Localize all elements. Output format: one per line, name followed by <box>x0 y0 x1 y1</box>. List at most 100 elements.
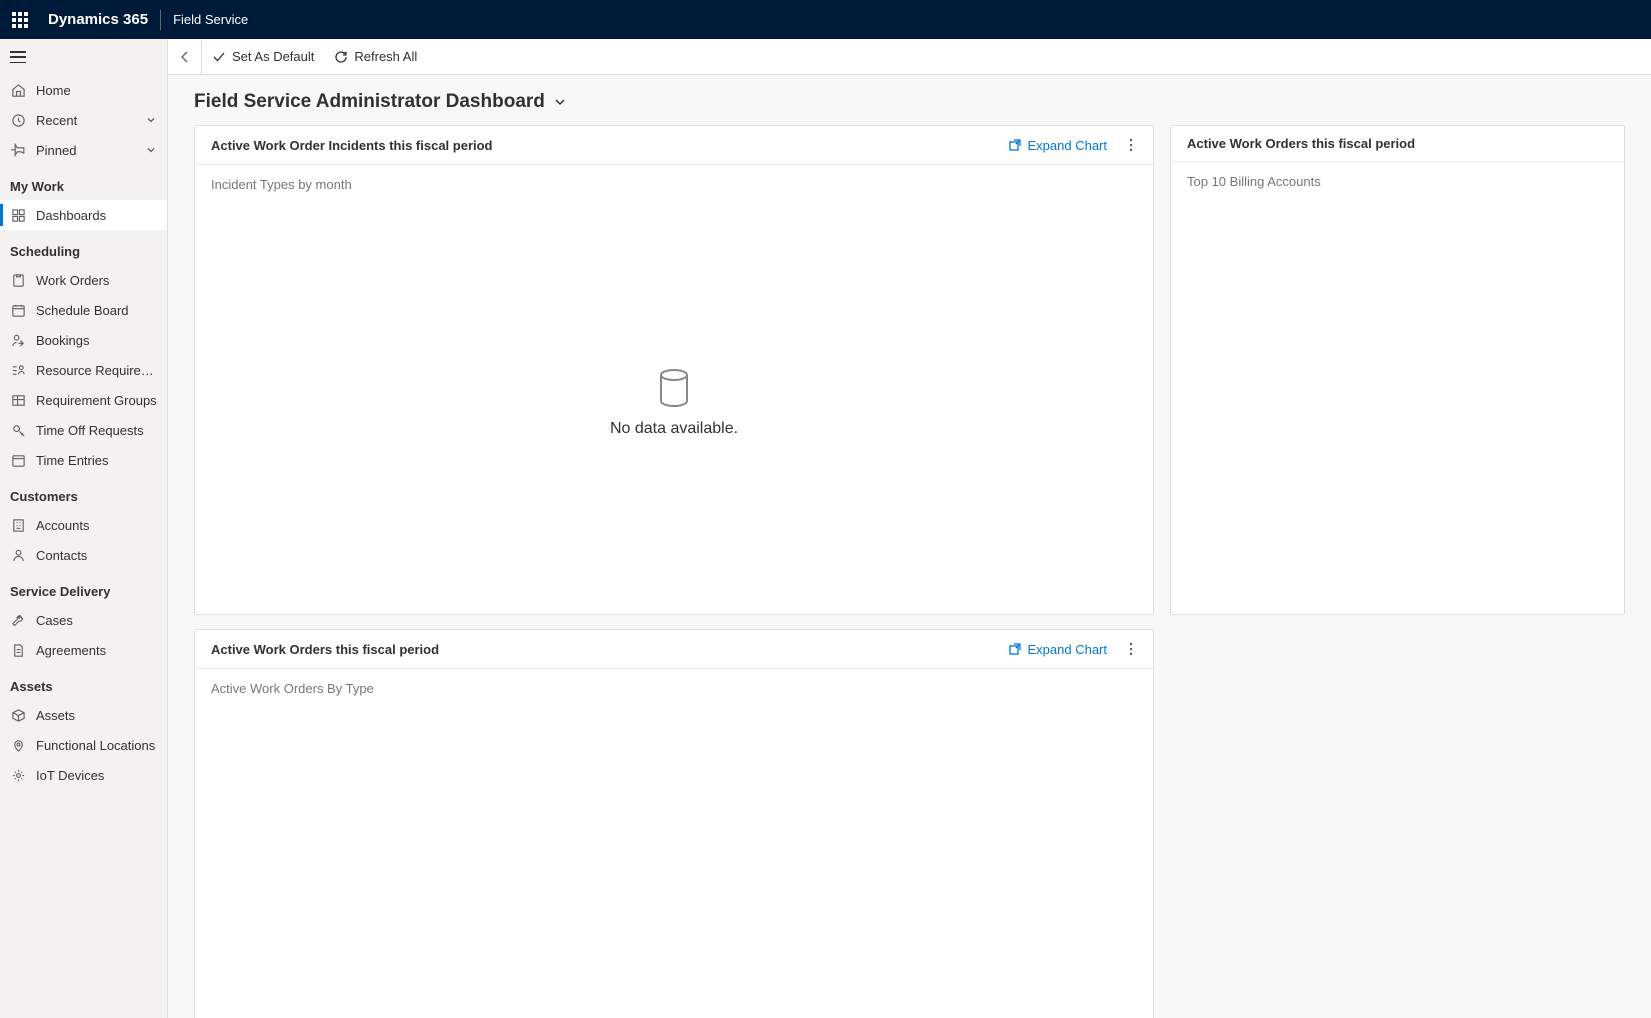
sidebar-section-assets: Assets <box>0 665 167 700</box>
database-icon <box>657 368 691 408</box>
timeoff-icon <box>10 422 26 438</box>
wrench-icon <box>10 612 26 628</box>
card-title: Active Work Orders this fiscal period <box>211 642 1008 657</box>
list-people-icon <box>10 362 26 378</box>
expand-chart-button[interactable]: Expand Chart <box>1008 642 1108 657</box>
card-menu-button[interactable] <box>1125 136 1137 154</box>
sidebar-item-timeoff[interactable]: Time Off Requests <box>0 415 167 445</box>
sidebar-item-label: Schedule Board <box>36 303 157 318</box>
global-header: Dynamics 365 Field Service <box>0 0 1651 39</box>
sidebar-item-label: Time Entries <box>36 453 157 468</box>
calendar-icon <box>10 452 26 468</box>
card-subtitle: Active Work Orders By Type <box>195 669 1153 696</box>
refresh-all-button[interactable]: Refresh All <box>324 39 427 75</box>
sidebar-item-label: Contacts <box>36 548 157 563</box>
card-workorders-side: Active Work Orders this fiscal period To… <box>1170 125 1625 615</box>
sidebar-section-customers: Customers <box>0 475 167 510</box>
expand-chart-label: Expand Chart <box>1028 138 1108 153</box>
refresh-all-label: Refresh All <box>354 49 417 64</box>
expand-chart-button[interactable]: Expand Chart <box>1008 138 1108 153</box>
sidebar-item-label: Work Orders <box>36 273 157 288</box>
sidebar-item-home[interactable]: Home <box>0 75 167 105</box>
sidebar-item-label: Resource Requireme... <box>36 363 157 378</box>
person-icon <box>10 547 26 563</box>
sidebar-top <box>0 39 167 75</box>
card-title: Active Work Order Incidents this fiscal … <box>211 138 1008 153</box>
sidebar-section-scheduling: Scheduling <box>0 230 167 265</box>
set-default-label: Set As Default <box>232 49 314 64</box>
sidebar-item-assets[interactable]: Assets <box>0 700 167 730</box>
sidebar-item-label: Bookings <box>36 333 157 348</box>
sidebar-item-label: Dashboards <box>36 208 157 223</box>
product-name: Dynamics 365 <box>48 11 148 28</box>
card-incidents: Active Work Order Incidents this fiscal … <box>194 125 1154 615</box>
sidebar-item-reqgroups[interactable]: Requirement Groups <box>0 385 167 415</box>
card-header: Active Work Orders this fiscal period Ex… <box>195 630 1153 669</box>
sidebar-item-locations[interactable]: Functional Locations <box>0 730 167 760</box>
home-icon <box>10 82 26 98</box>
main-area: Set As Default Refresh All Field Service… <box>168 39 1651 1018</box>
sidebar-item-recent[interactable]: Recent <box>0 105 167 135</box>
document-icon <box>10 642 26 658</box>
checkmark-icon <box>212 50 226 64</box>
card-header: Active Work Order Incidents this fiscal … <box>195 126 1153 165</box>
grid-icon <box>10 392 26 408</box>
card-body-empty: No data available. <box>195 192 1153 614</box>
dashboard-icon <box>10 207 26 223</box>
card-header: Active Work Orders this fiscal period <box>1171 126 1624 162</box>
chevron-down-icon <box>145 144 157 156</box>
sidebar-item-label: Recent <box>36 113 145 128</box>
sidebar-item-cases[interactable]: Cases <box>0 605 167 635</box>
command-bar: Set As Default Refresh All <box>168 39 1651 75</box>
card-subtitle: Incident Types by month <box>195 165 1153 192</box>
card-title: Active Work Orders this fiscal period <box>1187 136 1608 151</box>
app-name[interactable]: Field Service <box>173 12 248 27</box>
sidebar-item-contacts[interactable]: Contacts <box>0 540 167 570</box>
set-default-button[interactable]: Set As Default <box>202 39 324 75</box>
sidebar-item-label: Accounts <box>36 518 157 533</box>
empty-state-text: No data available. <box>610 420 738 438</box>
sidebar-section-mywork: My Work <box>0 165 167 200</box>
sidebar-item-label: Pinned <box>36 143 145 158</box>
sidebar-item-pinned[interactable]: Pinned <box>0 135 167 165</box>
chevron-down-icon <box>145 114 157 126</box>
person-arrow-icon <box>10 332 26 348</box>
expand-chart-label: Expand Chart <box>1028 642 1108 657</box>
sidebar-item-scheduleboard[interactable]: Schedule Board <box>0 295 167 325</box>
sidebar-item-label: Requirement Groups <box>36 393 157 408</box>
sidebar-item-label: IoT Devices <box>36 768 157 783</box>
expand-icon <box>1008 642 1022 656</box>
sidebar-item-agreements[interactable]: Agreements <box>0 635 167 665</box>
hamburger-icon[interactable] <box>10 51 26 63</box>
sidebar-item-bookings[interactable]: Bookings <box>0 325 167 355</box>
sidebar-item-workorders[interactable]: Work Orders <box>0 265 167 295</box>
sidebar-section-service: Service Delivery <box>0 570 167 605</box>
sidebar-item-timeentries[interactable]: Time Entries <box>0 445 167 475</box>
sidebar-item-iot[interactable]: IoT Devices <box>0 760 167 790</box>
calendar-icon <box>10 302 26 318</box>
sidebar-item-label: Agreements <box>36 643 157 658</box>
sidebar-item-accounts[interactable]: Accounts <box>0 510 167 540</box>
sidebar-item-dashboards[interactable]: Dashboards <box>0 200 167 230</box>
header-divider <box>160 10 161 30</box>
clipboard-icon <box>10 272 26 288</box>
chevron-down-icon <box>553 95 567 109</box>
app-launcher-icon[interactable] <box>10 10 30 30</box>
sidebar-item-resourcereq[interactable]: Resource Requireme... <box>0 355 167 385</box>
pin-icon <box>10 142 26 158</box>
card-menu-button[interactable] <box>1125 640 1137 658</box>
refresh-icon <box>334 50 348 64</box>
clock-icon <box>10 112 26 128</box>
sidebar-item-label: Home <box>36 83 157 98</box>
page-title-row[interactable]: Field Service Administrator Dashboard <box>168 75 1651 125</box>
sidebar-item-label: Cases <box>36 613 157 628</box>
back-button[interactable] <box>168 39 202 75</box>
sidebar-item-label: Functional Locations <box>36 738 157 753</box>
card-subtitle: Top 10 Billing Accounts <box>1171 162 1624 189</box>
sidebar-item-label: Time Off Requests <box>36 423 157 438</box>
expand-icon <box>1008 138 1022 152</box>
sidebar: Home Recent Pinned My Work <box>0 39 168 1018</box>
dashboard-scroll[interactable]: Active Work Order Incidents this fiscal … <box>168 125 1651 1018</box>
cube-icon <box>10 707 26 723</box>
iot-icon <box>10 767 26 783</box>
